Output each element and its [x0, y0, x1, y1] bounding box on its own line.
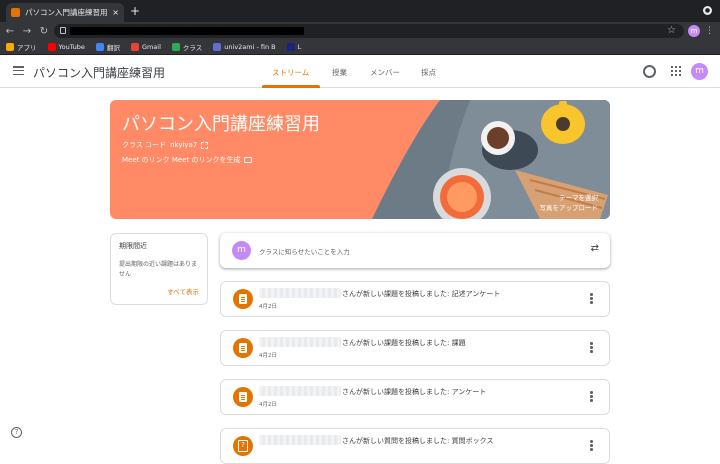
account-avatar[interactable]: m [691, 63, 708, 80]
active-tab-indicator [262, 85, 320, 88]
bookmark-item[interactable]: L [286, 43, 302, 51]
tab-people[interactable]: メンバー [370, 67, 400, 78]
tab-stream[interactable]: ストリーム [272, 67, 309, 78]
new-tab-button[interactable]: + [130, 4, 140, 18]
browser-tab-title: パソコン入門講座練習用 [25, 8, 108, 17]
class-title[interactable]: パソコン入門講座練習用 [33, 64, 165, 81]
meet-link-text[interactable]: Meet のリンク Meet のリンクを生成 [122, 155, 240, 165]
browser-tab[interactable]: パソコン入門講座練習用 × [6, 3, 124, 22]
bookmark-item[interactable]: YouTube [47, 43, 85, 51]
stream-post[interactable]: ? さんが新しい質問を投稿しました: 質問ボックス [220, 428, 610, 464]
redacted-url [70, 27, 304, 35]
assignment-icon [233, 289, 253, 309]
classroom-favicon-icon [11, 8, 20, 17]
bookmark-item[interactable]: Gmail [130, 43, 161, 51]
upcoming-card: 期限間近 提出期限の近い課題はありません すべて表示 [110, 233, 208, 305]
post-title[interactable]: さんが新しい質問を投稿しました: 質問ボックス [342, 436, 493, 446]
bookmark-favicon-icon [286, 43, 295, 51]
stream-post[interactable]: さんが新しい課題を投稿しました: アンケート 4月2日 [220, 379, 610, 415]
bookmark-item[interactable]: 翻訳 [95, 42, 120, 52]
select-theme-link[interactable]: テーマを選択 [559, 192, 598, 202]
upload-photo-link[interactable]: 写真をアップロード [540, 202, 599, 212]
hamburger-menu-icon[interactable] [13, 66, 24, 76]
classroom-header: パソコン入門講座練習用 ストリーム 授業 メンバー 採点 m [0, 56, 720, 88]
assignment-icon [233, 387, 253, 407]
bookmark-label: 翻訳 [106, 44, 120, 52]
bookmark-star-icon[interactable]: ☆ [667, 24, 676, 38]
upcoming-text: 提出期限の近い課題はありません [119, 261, 198, 278]
bookmark-item[interactable]: univ2ami - fin B [213, 43, 276, 51]
post-title[interactable]: さんが新しい課題を投稿しました: 記述アンケート [342, 289, 500, 299]
bookmark-favicon-icon [47, 43, 56, 51]
browser-profile-avatar[interactable]: m [688, 25, 700, 37]
upcoming-title: 期限間近 [119, 242, 147, 250]
lock-icon [60, 27, 66, 34]
banner-class-title: パソコン入門講座練習用 [122, 114, 320, 135]
fullscreen-icon[interactable] [201, 141, 209, 149]
view-all-link[interactable]: すべて表示 [167, 286, 199, 296]
post-title[interactable]: さんが新しい課題を投稿しました: 課題 [342, 338, 466, 348]
bookmark-label: univ2ami - fin B [224, 43, 276, 51]
post-menu-icon[interactable] [590, 293, 593, 305]
class-code-label: クラス コード [122, 141, 167, 149]
settings-gear-icon[interactable] [643, 65, 656, 78]
assignment-icon [233, 338, 253, 358]
stream-post[interactable]: さんが新しい課題を投稿しました: 課題 4月2日 [220, 330, 610, 366]
browser-toolbar: ← → ↻ ☆ m ⋮ [0, 22, 720, 40]
repost-icon[interactable]: ⇄ [591, 243, 599, 254]
bookmark-favicon-icon [213, 43, 222, 51]
announcement-input[interactable]: クラスに知らせたいことを入力 [259, 246, 350, 256]
composer-avatar: m [232, 241, 251, 260]
post-date: 4月2日 [259, 402, 277, 408]
bookmark-favicon-icon [171, 43, 180, 51]
redacted-author [259, 435, 341, 445]
post-title[interactable]: さんが新しい課題を投稿しました: アンケート [342, 387, 486, 397]
browser-menu-icon[interactable]: ⋮ [705, 24, 714, 38]
bookmark-label: アプリ [17, 44, 37, 52]
bookmark-favicon-icon [6, 43, 14, 51]
bookmark-label: YouTube [58, 43, 85, 51]
post-menu-icon[interactable] [590, 342, 593, 354]
video-camera-icon [244, 157, 253, 163]
bookmark-favicon-icon [95, 43, 104, 51]
stream-post[interactable]: さんが新しい課題を投稿しました: 記述アンケート 4月2日 [220, 281, 610, 317]
announcement-composer[interactable]: m クラスに知らせたいことを入力 ⇄ [220, 233, 610, 268]
question-glyph: ? [238, 440, 248, 452]
document-glyph [239, 392, 247, 402]
meet-link-row[interactable]: Meet のリンク Meet のリンクを生成 [122, 155, 253, 165]
class-banner: パソコン入門講座練習用 クラス コード nkyiya7 Meet のリンク Me… [110, 100, 610, 219]
class-code-row: クラス コード nkyiya7 [122, 140, 209, 150]
post-date: 4月2日 [259, 353, 277, 359]
question-icon: ? [233, 436, 253, 456]
bookmark-favicon-icon [130, 43, 139, 51]
tab-classwork[interactable]: 授業 [332, 67, 347, 78]
tab-close-icon[interactable]: × [112, 8, 119, 17]
tab-grades[interactable]: 採点 [421, 67, 436, 78]
help-icon[interactable]: ? [11, 427, 22, 438]
bookmark-item[interactable]: アプリ [6, 42, 37, 52]
bookmark-label: L [297, 43, 302, 51]
document-glyph [239, 294, 247, 304]
redacted-author [259, 386, 341, 396]
forward-arrow-icon[interactable]: → [20, 26, 34, 37]
bookmark-item[interactable]: クラス [171, 42, 203, 52]
address-bar[interactable]: ☆ [54, 24, 684, 38]
window-control-icon[interactable]: ● [703, 6, 712, 15]
browser-tabstrip: パソコン入門講座練習用 × + ● [0, 0, 720, 22]
redacted-author [259, 288, 341, 298]
redacted-author [259, 337, 341, 347]
bookmark-label: Gmail [141, 43, 161, 51]
reload-icon[interactable]: ↻ [37, 26, 51, 37]
bookmarks-bar: アプリ YouTube 翻訳 Gmail クラス univ2ami - fin B L [0, 40, 720, 55]
back-arrow-icon[interactable]: ← [3, 26, 17, 37]
post-menu-icon[interactable] [590, 440, 593, 452]
apps-grid-icon[interactable] [671, 66, 681, 76]
bookmark-label: クラス [182, 44, 203, 52]
class-code-value: nkyiya7 [170, 141, 198, 149]
post-date: 4月2日 [259, 304, 277, 310]
post-menu-icon[interactable] [590, 391, 593, 403]
document-glyph [239, 343, 247, 353]
